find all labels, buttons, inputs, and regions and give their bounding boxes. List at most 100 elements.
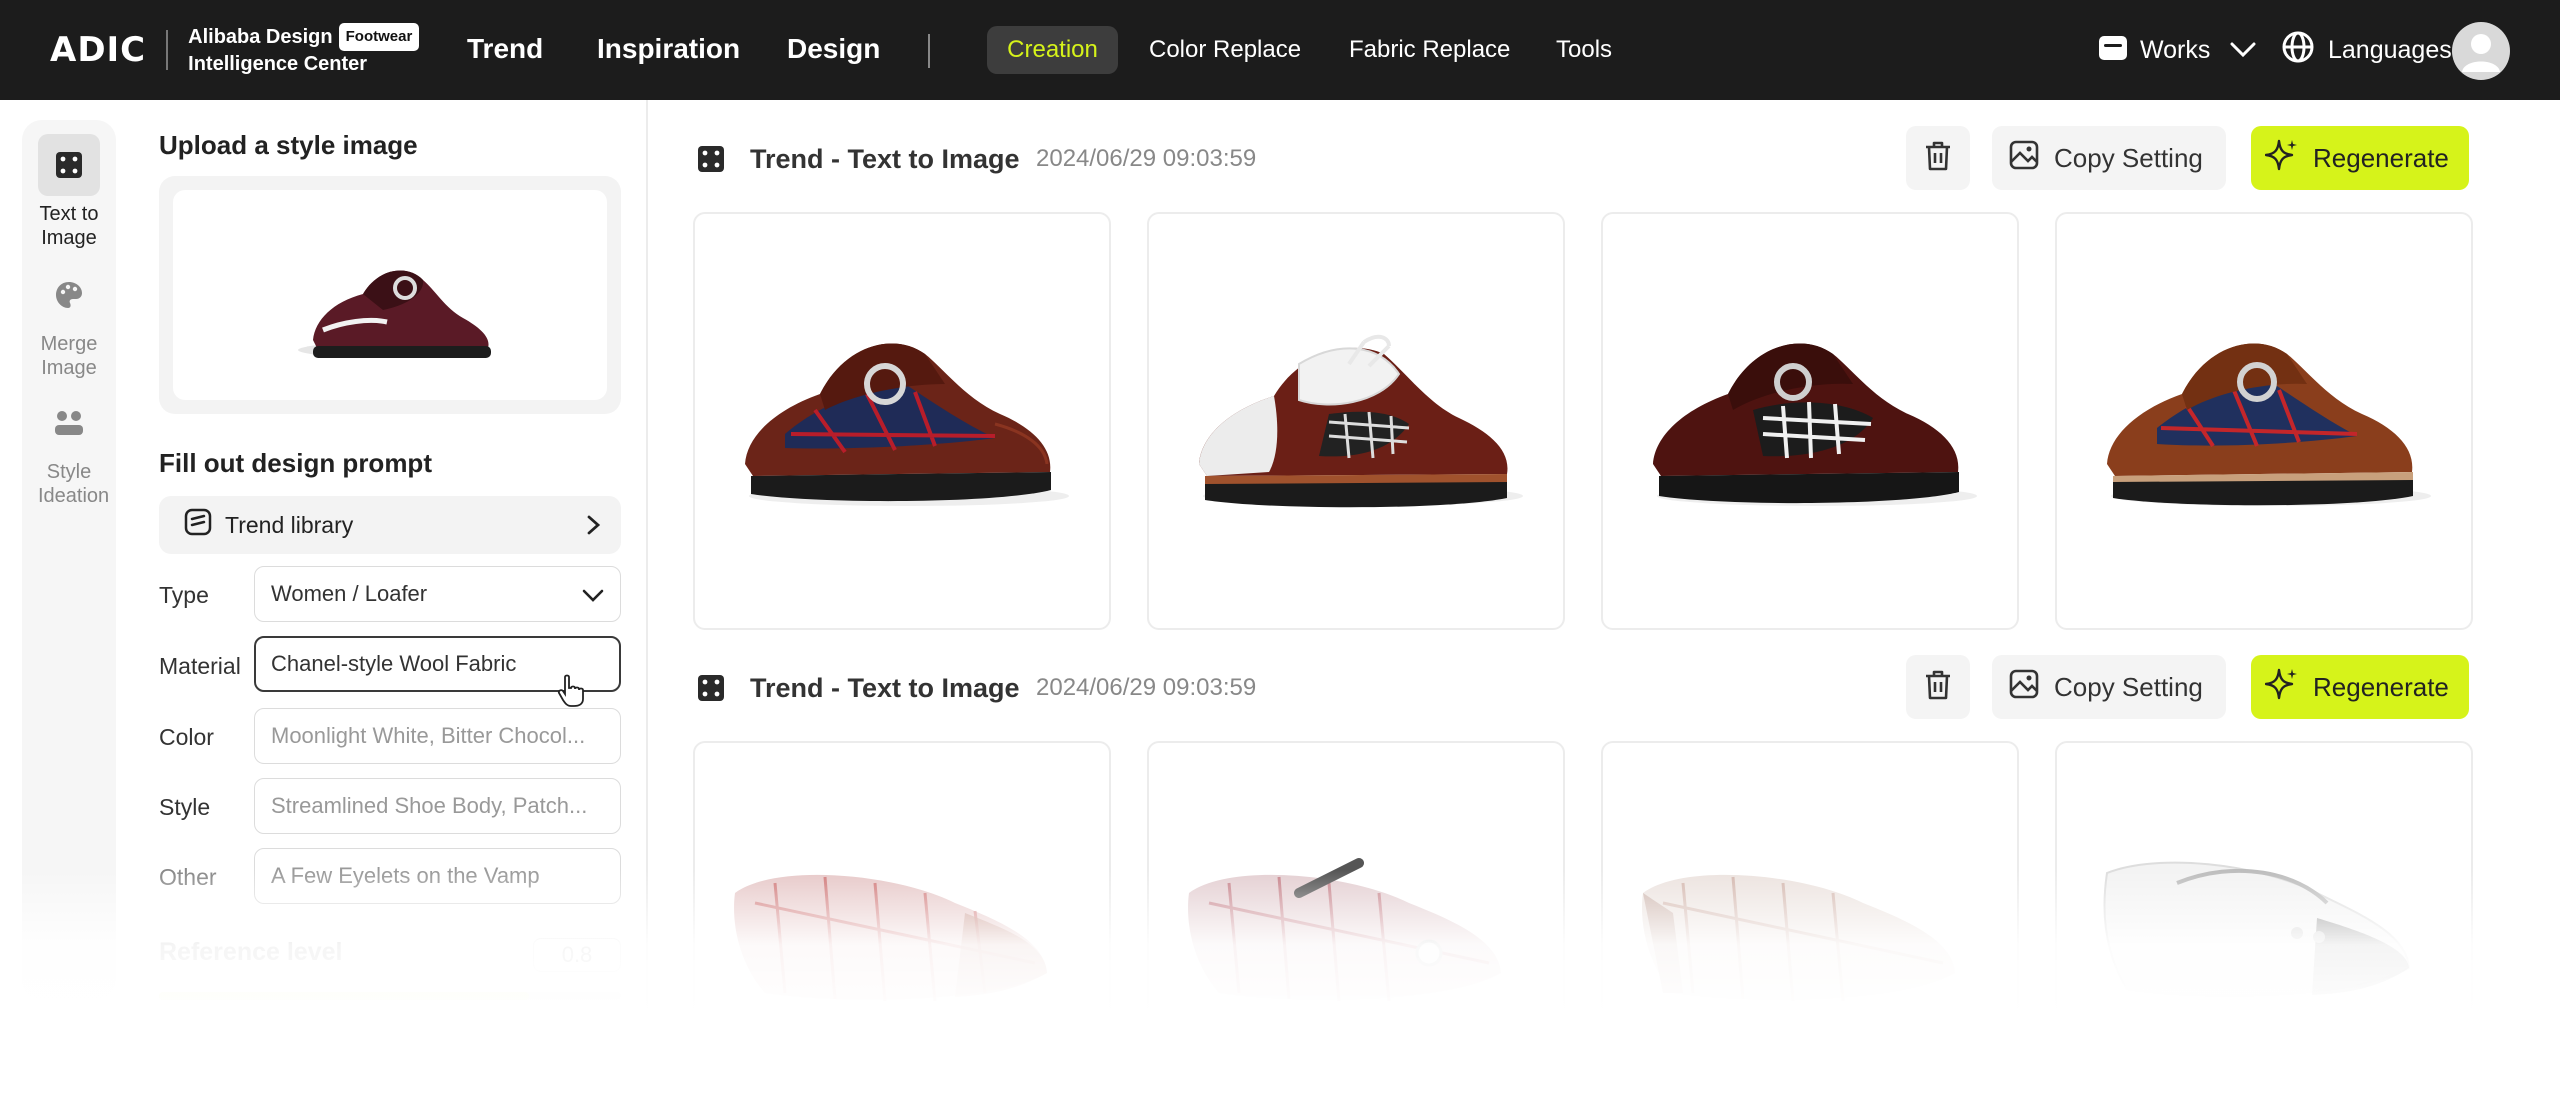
shoe-image [1199, 334, 1523, 508]
brand-logo[interactable]: ADIC Alibaba Design Footwear Intelligence… [50, 23, 420, 75]
trend-library-button[interactable]: Trend library [159, 496, 621, 554]
result-header: Trend - Text to Image 2024/06/29 09:03:5… [696, 124, 2472, 194]
rail-label: Merge Image [40, 333, 98, 379]
tool-rail: Text to Image Merge Image Style Ideation [22, 120, 116, 1000]
languages-label: Languages [2328, 35, 2452, 64]
result-image-card[interactable] [693, 741, 1111, 1120]
text-to-image-icon [696, 673, 726, 708]
sparkle-icon [2264, 667, 2299, 708]
footwear-badge: Footwear [338, 23, 420, 51]
trend-library-label: Trend library [225, 511, 354, 538]
design-form-panel: Upload a style image Fill out design pro… [148, 100, 648, 1020]
style-input[interactable]: Streamlined Shoe Body, Patch... [254, 778, 621, 834]
upload-title: Upload a style image [159, 130, 418, 160]
chevron-down-icon [582, 569, 604, 621]
delete-button[interactable] [1906, 655, 1970, 719]
trash-icon [1923, 140, 1953, 177]
shoe-image [1653, 343, 1977, 506]
style-shoe-image [298, 270, 491, 358]
other-label: Other [159, 864, 217, 890]
tab-creation[interactable]: Creation [987, 26, 1118, 74]
reference-level-slider[interactable] [159, 992, 621, 1000]
reference-level-value[interactable]: 0.8 [533, 938, 621, 972]
type-value: Women / Loafer [271, 581, 428, 606]
regenerate-label: Regenerate [2313, 142, 2449, 173]
result-timestamp: 2024/06/29 09:03:59 [1036, 674, 1257, 701]
copy-setting-button[interactable]: Copy Setting [1992, 126, 2226, 190]
folder-icon [2098, 33, 2128, 68]
material-label: Material [159, 653, 241, 679]
works-label: Works [2140, 35, 2211, 64]
result-title: Trend - Text to Image [750, 144, 1020, 174]
type-label: Type [159, 582, 209, 608]
color-label: Color [159, 724, 214, 750]
tab-tools[interactable]: Tools [1556, 36, 1612, 64]
result-image-card[interactable] [1147, 212, 1565, 630]
shoe-image [1642, 874, 1955, 1002]
library-icon [183, 507, 213, 543]
trash-icon [1923, 669, 1953, 706]
shoe-image [1188, 858, 1501, 1002]
color-input[interactable]: Moonlight White, Bitter Chocol... [254, 708, 621, 764]
globe-icon [2282, 31, 2314, 70]
shoe-image [745, 343, 1069, 506]
copy-setting-label: Copy Setting [2054, 671, 2203, 702]
nav-trend[interactable]: Trend [467, 33, 543, 65]
rail-label: Text to Image [39, 203, 99, 249]
nav-inspiration[interactable]: Inspiration [597, 33, 740, 65]
rail-item-style-ideation[interactable]: Style Ideation [22, 392, 116, 508]
delete-button[interactable] [1906, 126, 1970, 190]
slider-fill [159, 992, 529, 1000]
style-label: Style [159, 794, 211, 820]
uploaded-style-image [173, 190, 607, 400]
result-image-card[interactable] [2055, 212, 2473, 630]
logo-mark: ADIC [50, 30, 147, 70]
type-select[interactable]: Women / Loafer [254, 566, 621, 622]
chevron-down-icon [2230, 36, 2256, 65]
brand-name-line2: Intelligence Center [188, 53, 368, 75]
copy-image-icon [2008, 139, 2040, 178]
prompt-title: Fill out design prompt [159, 448, 432, 478]
result-title: Trend - Text to Image [750, 673, 1020, 703]
works-menu[interactable]: Works [2098, 30, 2256, 70]
rail-item-text-to-image[interactable]: Text to Image [22, 134, 116, 250]
regenerate-label: Regenerate [2313, 671, 2449, 702]
copy-setting-label: Copy Setting [2054, 142, 2203, 173]
result-image-card[interactable] [1601, 212, 2019, 630]
copy-setting-button[interactable]: Copy Setting [1992, 655, 2226, 719]
result-image-card[interactable] [693, 212, 1111, 630]
regenerate-button[interactable]: Regenerate [2251, 655, 2469, 719]
result-image-card[interactable] [1147, 741, 1565, 1120]
nav-design[interactable]: Design [787, 33, 880, 65]
chevron-right-icon [583, 514, 603, 542]
rail-item-merge-image[interactable]: Merge Image [22, 264, 116, 380]
palette-icon [38, 264, 100, 326]
regenerate-button[interactable]: Regenerate [2251, 126, 2469, 190]
avatar[interactable] [2452, 22, 2510, 80]
result-image-card[interactable] [2055, 741, 2473, 1120]
shoe-image [2107, 343, 2431, 506]
text-to-image-icon [38, 134, 100, 196]
brand-name-line1: Alibaba Design [188, 26, 333, 48]
text-to-image-icon [696, 144, 726, 179]
logo-divider [166, 30, 169, 70]
copy-image-icon [2008, 668, 2040, 707]
shoe-image [734, 874, 1047, 1002]
panel-divider [646, 100, 648, 1020]
top-navigation-bar: ADIC Alibaba Design Footwear Intelligence… [0, 0, 2560, 100]
result-image-card[interactable] [1601, 741, 2019, 1120]
tab-color-replace[interactable]: Color Replace [1149, 36, 1301, 64]
languages-menu[interactable]: Languages [2282, 30, 2452, 70]
brand-name: Alibaba Design Footwear Intelligence Cent… [188, 23, 420, 77]
result-timestamp: 2024/06/29 09:03:59 [1036, 145, 1257, 172]
result-header: Trend - Text to Image 2024/06/29 09:03:5… [696, 653, 2472, 723]
shoe-image [2103, 861, 2411, 997]
reference-level-label: Reference level [159, 938, 343, 966]
sparkle-icon [2264, 138, 2299, 179]
tab-fabric-replace[interactable]: Fabric Replace [1349, 36, 1510, 64]
rail-label: Style Ideation [38, 461, 110, 507]
nav-divider [928, 34, 930, 68]
other-input[interactable]: A Few Eyelets on the Vamp [254, 848, 621, 904]
style-image-upload[interactable] [159, 176, 621, 414]
style-ideation-icon [38, 392, 100, 454]
